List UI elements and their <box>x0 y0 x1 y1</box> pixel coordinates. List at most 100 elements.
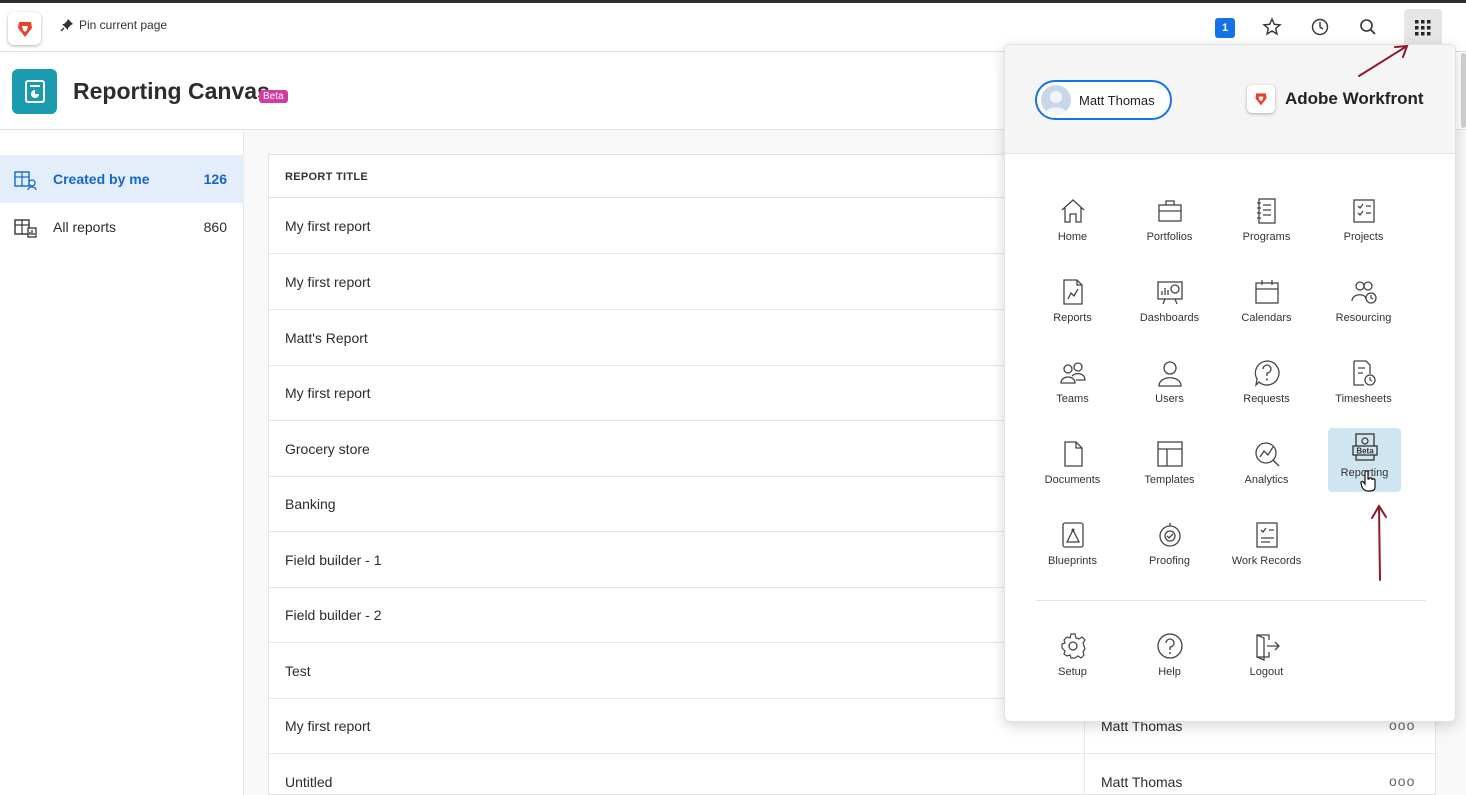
report-title[interactable]: My first report <box>285 385 371 401</box>
templates-icon <box>1156 441 1183 467</box>
app-blueprints[interactable]: Blueprints <box>1024 514 1121 580</box>
more-options-button[interactable]: ooo <box>1389 773 1415 789</box>
app-label: Programs <box>1242 231 1291 243</box>
search-button[interactable] <box>1355 14 1381 40</box>
report-title[interactable]: Matt's Report <box>285 330 368 346</box>
app-label: Users <box>1155 393 1184 405</box>
user-profile-button[interactable]: Matt Thomas <box>1035 80 1172 120</box>
report-title[interactable]: My first report <box>285 274 371 290</box>
app-requests[interactable]: Requests <box>1218 352 1315 418</box>
report-title[interactable]: Banking <box>285 496 336 512</box>
app-label: Reporting <box>1340 467 1389 479</box>
sidebar-item-label: All reports <box>53 219 117 235</box>
app-logout[interactable]: Logout <box>1218 625 1315 691</box>
beta-badge: Beta <box>259 90 288 103</box>
app-calendars[interactable]: Calendars <box>1218 271 1315 337</box>
app-users[interactable]: Users <box>1121 352 1218 418</box>
app-setup[interactable]: Setup <box>1024 625 1121 691</box>
pin-icon <box>60 19 73 32</box>
pin-label: Pin current page <box>79 18 168 32</box>
app-label: Home <box>1057 231 1088 243</box>
projects-icon <box>1352 199 1375 223</box>
search-icon <box>1360 19 1376 35</box>
app-label: Projects <box>1343 231 1384 243</box>
bookmark-button[interactable] <box>1259 14 1285 40</box>
app-work-records[interactable]: Work Records <box>1218 514 1315 580</box>
app-home[interactable]: Home <box>1024 190 1121 256</box>
sidebar-item-count: 860 <box>203 219 227 235</box>
notification-badge[interactable]: 1 <box>1215 18 1235 38</box>
logout-icon <box>1255 634 1280 661</box>
brand-name: Adobe Workfront <box>1285 89 1424 108</box>
app-documents[interactable]: Documents <box>1024 433 1121 499</box>
brand: Adobe Workfront <box>1247 85 1424 113</box>
page-title: Reporting Canvas <box>73 78 270 104</box>
app-portfolios[interactable]: Portfolios <box>1121 190 1218 256</box>
grid-icon <box>1415 20 1431 36</box>
app-templates[interactable]: Templates <box>1121 433 1218 499</box>
calendar-icon <box>1254 280 1279 304</box>
proofing-icon <box>1158 523 1181 547</box>
user-name: Matt Thomas <box>1079 92 1155 108</box>
column-header-report-title[interactable]: REPORT TITLE <box>285 171 368 183</box>
app-label: Proofing <box>1149 555 1190 567</box>
reports-icon <box>1062 279 1083 305</box>
app-launcher-panel: Matt Thomas Adobe Workfront Home Portfol… <box>1004 44 1456 722</box>
sidebar-item-created-by-me[interactable]: Created by me 126 <box>0 155 244 203</box>
app-label: Logout <box>1249 666 1284 678</box>
dashboards-icon <box>1156 281 1183 305</box>
table-row[interactable]: Untitled Matt Thomas ooo <box>269 754 1435 795</box>
app-reports[interactable]: Reports <box>1024 271 1121 337</box>
reporting-beta-label: Beta <box>1356 447 1374 456</box>
report-title[interactable]: Grocery store <box>285 441 370 457</box>
reports-all-icon <box>14 219 37 238</box>
report-title[interactable]: My first report <box>285 218 371 234</box>
app-label: Requests <box>1243 393 1290 405</box>
report-title[interactable]: Field builder - 1 <box>285 552 382 568</box>
app-teams[interactable]: Teams <box>1024 352 1121 418</box>
page-scrollbar[interactable] <box>1461 53 1466 128</box>
app-label: Work Records <box>1231 555 1302 567</box>
avatar <box>1041 85 1071 115</box>
app-label: Reports <box>1053 312 1092 324</box>
timesheets-icon <box>1352 360 1376 386</box>
app-projects[interactable]: Projects <box>1315 190 1412 256</box>
requests-icon <box>1254 360 1280 387</box>
gear-icon <box>1060 633 1086 659</box>
app-launcher-button[interactable] <box>1404 9 1442 47</box>
app-resourcing[interactable]: Resourcing <box>1315 271 1412 337</box>
app-proofing[interactable]: Proofing <box>1121 514 1218 580</box>
analytics-icon <box>1254 442 1279 467</box>
brave-logo-button[interactable] <box>8 12 41 45</box>
app-label: Calendars <box>1241 312 1292 324</box>
app-analytics[interactable]: Analytics <box>1218 433 1315 499</box>
panel-divider <box>1036 600 1426 601</box>
user-avatar-icon <box>1045 91 1067 115</box>
work-records-icon <box>1255 522 1278 548</box>
app-reporting[interactable]: Beta Reporting <box>1328 428 1401 492</box>
resourcing-icon <box>1350 281 1377 304</box>
home-icon <box>1061 199 1084 223</box>
programs-icon <box>1256 198 1276 224</box>
document-icon <box>1063 441 1083 467</box>
app-help[interactable]: Help <box>1121 625 1218 691</box>
panel-header: Matt Thomas Adobe Workfront <box>1005 45 1455 154</box>
report-title[interactable]: Field builder - 2 <box>285 607 382 623</box>
app-label: Documents <box>1044 474 1101 486</box>
teams-icon <box>1059 362 1086 384</box>
app-label: Setup <box>1058 666 1087 678</box>
app-label: Timesheets <box>1335 393 1392 405</box>
report-title[interactable]: My first report <box>285 718 371 734</box>
app-timesheets[interactable]: Timesheets <box>1315 352 1412 418</box>
app-dashboards[interactable]: Dashboards <box>1121 271 1218 337</box>
app-label: Help <box>1158 666 1181 678</box>
pin-current-page-button[interactable]: Pin current page <box>60 18 167 32</box>
app-label: Analytics <box>1244 474 1289 486</box>
reporting-icon: Beta <box>1351 433 1378 461</box>
app-programs[interactable]: Programs <box>1218 190 1315 256</box>
history-button[interactable] <box>1307 14 1333 40</box>
report-title[interactable]: Untitled <box>285 774 332 790</box>
report-title[interactable]: Test <box>285 663 311 679</box>
reports-mine-icon <box>14 171 37 191</box>
sidebar-item-all-reports[interactable]: All reports 860 <box>0 203 244 251</box>
